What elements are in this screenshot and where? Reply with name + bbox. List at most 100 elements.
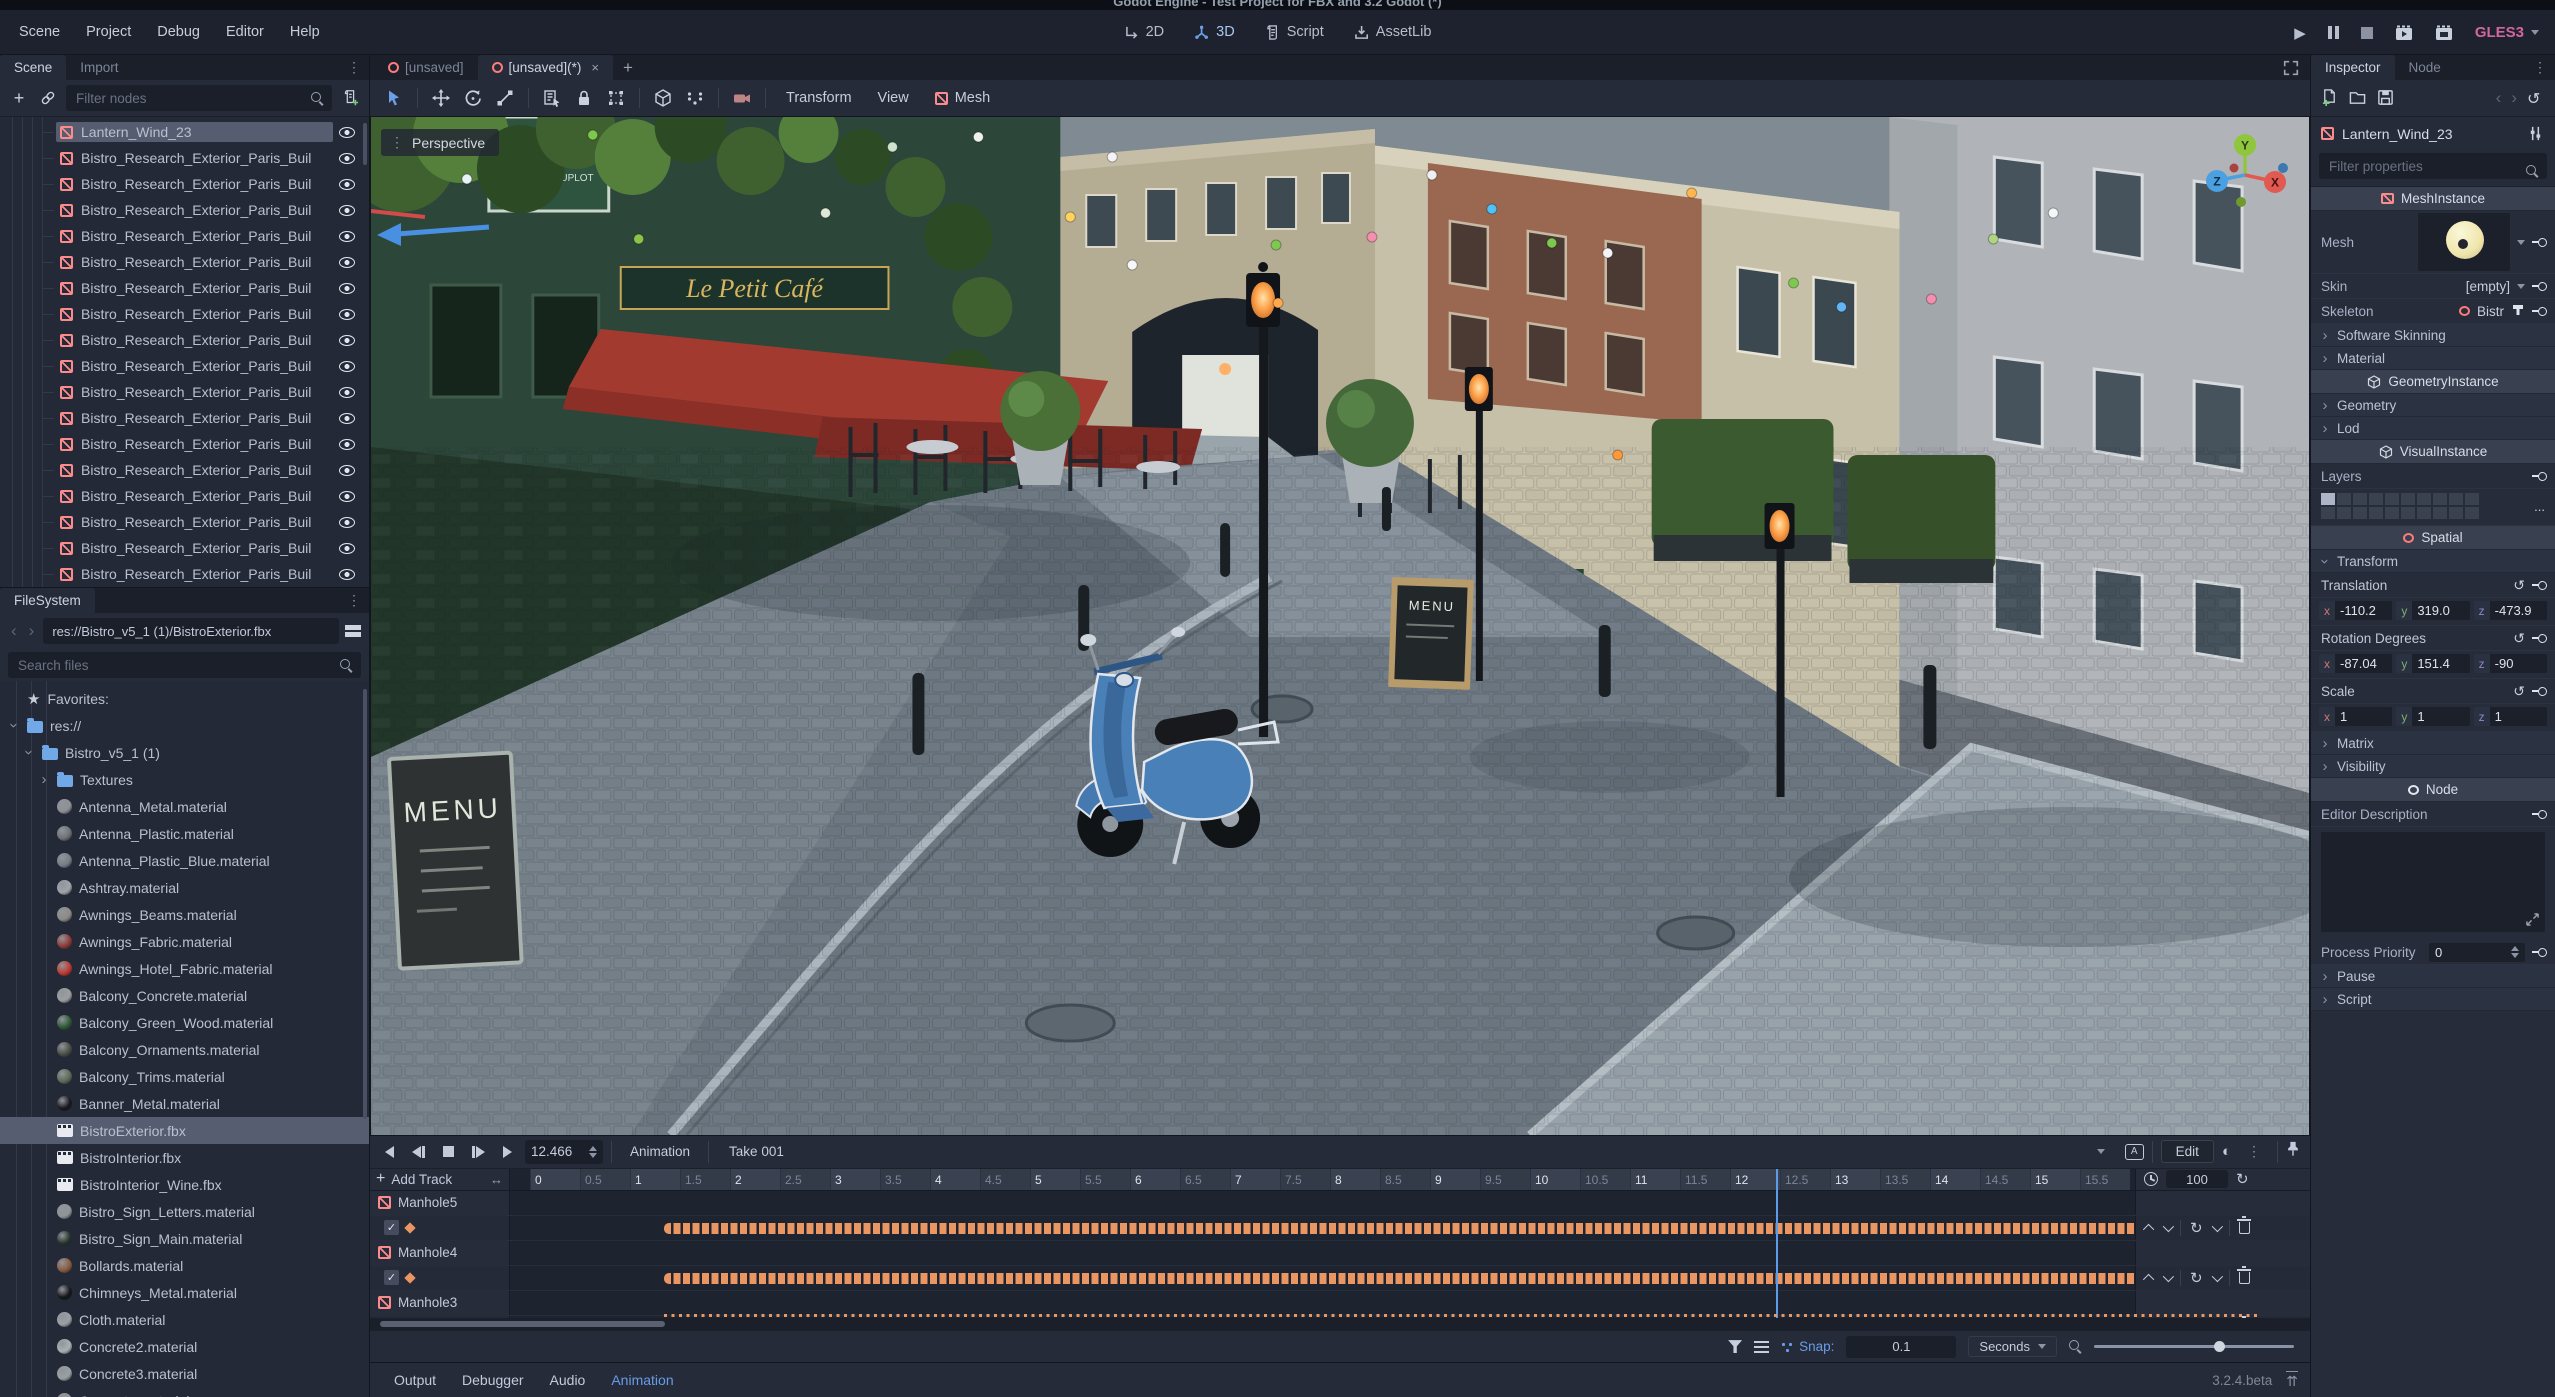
timeline-tick[interactable]: 12.5 bbox=[1780, 1168, 1830, 1190]
visibility-eye-icon[interactable] bbox=[339, 204, 355, 216]
filesystem-item[interactable]: ›Cloth.material bbox=[0, 1306, 369, 1333]
light-gizmo-dot[interactable] bbox=[633, 233, 645, 245]
layer-cell[interactable] bbox=[2401, 493, 2415, 505]
layer-cell[interactable] bbox=[2449, 507, 2463, 519]
workspace-assetlib[interactable]: AssetLib bbox=[1344, 19, 1442, 45]
light-gizmo-dot[interactable] bbox=[587, 129, 599, 141]
timeline-tick[interactable]: 3 bbox=[830, 1168, 880, 1190]
light-gizmo-dot[interactable] bbox=[1272, 297, 1284, 309]
camera-override-icon[interactable] bbox=[728, 84, 756, 112]
filesystem-item[interactable]: ›Bistro_Sign_Letters.material bbox=[0, 1198, 369, 1225]
revert-icon[interactable]: ↺ bbox=[2513, 577, 2525, 594]
anim-stop-button[interactable] bbox=[438, 1146, 459, 1158]
scene-tree-item[interactable]: Bistro_Research_Exterior_Paris_Buil bbox=[0, 405, 369, 431]
filter-nodes-input[interactable] bbox=[66, 85, 332, 111]
layers-more-button[interactable]: ... bbox=[2534, 499, 2545, 514]
filesystem-item[interactable]: ›BistroExterior.fbx bbox=[0, 1117, 369, 1144]
timeline-tick[interactable]: 10 bbox=[1530, 1168, 1580, 1190]
light-gizmo-dot[interactable] bbox=[1126, 259, 1138, 271]
move-tool-button[interactable] bbox=[427, 84, 455, 112]
visibility-eye-icon[interactable] bbox=[339, 126, 355, 138]
timeline-zoom-slider[interactable] bbox=[2094, 1341, 2294, 1353]
filesystem-item[interactable]: ›Bollards.material bbox=[0, 1252, 369, 1279]
insert-key-icon[interactable] bbox=[2532, 306, 2547, 316]
revert-icon[interactable]: ↺ bbox=[2513, 683, 2525, 700]
scene-tree-item[interactable]: Bistro_Research_Exterior_Paris_Buil bbox=[0, 535, 369, 561]
onion-skinning-icon[interactable]: ◐ bbox=[2222, 1143, 2231, 1160]
section-software-skinning[interactable]: › Software Skinning bbox=[2311, 324, 2555, 347]
scene-tree[interactable]: Lantern_Wind_23 Bistro_Research_Exterior_… bbox=[0, 117, 369, 587]
filesystem-item[interactable]: ›Banner_Metal.material bbox=[0, 1090, 369, 1117]
scene-tree-item[interactable]: Lantern_Wind_23 bbox=[0, 119, 369, 145]
snap-value-input[interactable] bbox=[1846, 1335, 1957, 1358]
load-resource-icon[interactable] bbox=[2349, 89, 2367, 107]
pan-timeline-icon[interactable]: ↔ bbox=[490, 1172, 503, 1187]
snap-value-field[interactable] bbox=[1846, 1335, 1957, 1358]
track-enabled-checkbox[interactable]: ✓ bbox=[384, 1220, 399, 1236]
dock-options-icon[interactable]: ⋮ bbox=[2525, 59, 2555, 76]
track-keys-manhole4[interactable]: ✓ ↻ bbox=[370, 1265, 2310, 1291]
chevron-up-icon[interactable] bbox=[2142, 1223, 2155, 1235]
chevron-down-icon[interactable] bbox=[2211, 1220, 2223, 1233]
timeline-tick[interactable]: 0.5 bbox=[580, 1168, 630, 1190]
stop-button[interactable] bbox=[2360, 26, 2373, 39]
timeline-tick[interactable]: 8.5 bbox=[1380, 1168, 1430, 1190]
layer-cell[interactable] bbox=[2433, 493, 2447, 505]
visibility-eye-icon[interactable] bbox=[339, 152, 355, 164]
section-script[interactable]: › Script bbox=[2311, 988, 2555, 1011]
visibility-eye-icon[interactable] bbox=[339, 464, 355, 476]
add-node-button[interactable]: + bbox=[8, 87, 30, 109]
insert-key-icon[interactable] bbox=[2532, 471, 2547, 481]
filesystem-item[interactable]: ›Balcony_Trims.material bbox=[0, 1063, 369, 1090]
insert-key-icon[interactable] bbox=[2532, 237, 2547, 247]
local-space-icon[interactable] bbox=[649, 84, 677, 112]
light-gizmo-dot[interactable] bbox=[1835, 301, 1847, 313]
filesystem-item[interactable]: ›Awnings_Fabric.material bbox=[0, 928, 369, 955]
scene-tree-item[interactable]: Bistro_Research_Exterior_Paris_Buil bbox=[0, 327, 369, 353]
track-enabled-checkbox[interactable]: ✓ bbox=[384, 1270, 399, 1286]
layer-cell[interactable] bbox=[2321, 493, 2335, 505]
chevron-down-icon[interactable] bbox=[2211, 1270, 2223, 1283]
mesh-preview-thumbnail[interactable] bbox=[2418, 213, 2510, 271]
vector3-editor[interactable]: x -110.2 y 319.0 z -473.9 bbox=[2311, 598, 2555, 626]
timeline-tick[interactable]: 3.5 bbox=[880, 1168, 930, 1190]
filter-nodes-field[interactable] bbox=[66, 85, 332, 111]
scene-tree-item[interactable]: Bistro_Research_Exterior_Paris_Buil bbox=[0, 353, 369, 379]
dock-options-icon[interactable]: ⋮ bbox=[339, 59, 369, 76]
visibility-eye-icon[interactable] bbox=[339, 282, 355, 294]
select-tool-button[interactable] bbox=[380, 84, 408, 112]
scene-tab-unsaved[interactable]: [unsaved] bbox=[374, 55, 478, 80]
filesystem-item[interactable]: ›Bistro_Sign_Main.material bbox=[0, 1225, 369, 1252]
light-gizmo-dot[interactable] bbox=[1486, 203, 1498, 215]
timeline-tick[interactable]: 2 bbox=[730, 1168, 780, 1190]
timeline-tick[interactable]: 11.5 bbox=[1680, 1168, 1730, 1190]
timeline-tick[interactable]: 1 bbox=[630, 1168, 680, 1190]
visibility-eye-icon[interactable] bbox=[339, 386, 355, 398]
timeline-tick[interactable]: 4.5 bbox=[980, 1168, 1030, 1190]
tab-inspector[interactable]: Inspector bbox=[2311, 55, 2395, 80]
timeline-tick[interactable]: 11 bbox=[1630, 1168, 1680, 1190]
timeline-tick[interactable]: 15.5 bbox=[2080, 1168, 2130, 1190]
track-keys-manhole5[interactable]: ✓ ↻ bbox=[370, 1215, 2310, 1241]
tab-filesystem[interactable]: FileSystem bbox=[0, 588, 95, 613]
timeline-tick[interactable]: 9 bbox=[1430, 1168, 1480, 1190]
layer-cell[interactable] bbox=[2353, 493, 2367, 505]
renderer-select[interactable]: GLES3 bbox=[2475, 24, 2539, 41]
scene-tree-item[interactable]: Bistro_Research_Exterior_Paris_Buil bbox=[0, 509, 369, 535]
workspace-script[interactable]: Script bbox=[1255, 19, 1334, 45]
anim-play-backwards-button[interactable] bbox=[380, 1145, 399, 1158]
timeline-tick[interactable]: 4 bbox=[930, 1168, 980, 1190]
filesystem-item[interactable]: ›Balcony_Ornaments.material bbox=[0, 1036, 369, 1063]
animation-clip-select[interactable]: Take 001 bbox=[717, 1144, 2117, 1159]
visibility-eye-icon[interactable] bbox=[339, 516, 355, 528]
scene-tree-item[interactable]: Bistro_Research_Exterior_Paris_Buil bbox=[0, 379, 369, 405]
layer-cell[interactable] bbox=[2337, 507, 2351, 519]
timeline-tick[interactable]: 13 bbox=[1830, 1168, 1880, 1190]
scene-tree-item[interactable]: Bistro_Research_Exterior_Paris_Buil bbox=[0, 223, 369, 249]
anim-options-icon[interactable]: ⋮ bbox=[2239, 1143, 2269, 1160]
anim-next-button[interactable] bbox=[467, 1145, 490, 1158]
insert-key-icon[interactable] bbox=[2532, 809, 2547, 819]
update-spinner-icon[interactable]: ⇈ bbox=[2286, 1370, 2298, 1390]
filesystem-item[interactable]: ›BistroInterior.fbx bbox=[0, 1144, 369, 1171]
light-gizmo-dot[interactable] bbox=[461, 173, 473, 185]
